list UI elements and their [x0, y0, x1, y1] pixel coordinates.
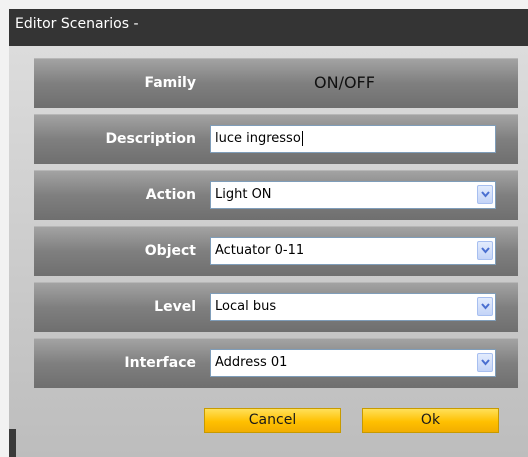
interface-label: Interface — [124, 355, 196, 371]
description-row: Description luce ingresso — [34, 114, 518, 164]
cancel-button[interactable]: Cancel — [204, 408, 341, 433]
chevron-down-icon[interactable] — [477, 241, 493, 260]
family-value: ON/OFF — [314, 73, 375, 92]
ok-button[interactable]: Ok — [362, 408, 499, 433]
level-select[interactable]: Local bus — [210, 293, 496, 321]
interface-select[interactable]: Address 01 — [210, 349, 496, 377]
level-row: Level Local bus — [34, 282, 518, 332]
window-edge — [9, 429, 16, 457]
action-label: Action — [145, 187, 196, 203]
family-row: Family ON/OFF — [34, 58, 518, 108]
interface-selected-value: Address 01 — [215, 355, 288, 370]
text-caret — [301, 131, 303, 146]
action-select[interactable]: Light ON — [210, 181, 496, 209]
chevron-down-icon[interactable] — [477, 297, 493, 316]
description-input-value: luce ingresso — [215, 131, 301, 146]
description-label: Description — [105, 131, 196, 147]
object-label: Object — [144, 243, 196, 259]
object-row: Object Actuator 0-11 — [34, 226, 518, 276]
interface-row: Interface Address 01 — [34, 338, 518, 388]
chevron-down-icon[interactable] — [477, 353, 493, 372]
level-selected-value: Local bus — [215, 299, 277, 314]
editor-window: Editor Scenarios - Family ON/OFF Descrip… — [9, 9, 528, 457]
action-row: Action Light ON — [34, 170, 518, 220]
family-label: Family — [144, 75, 196, 91]
window-title: Editor Scenarios - — [9, 9, 528, 46]
object-select[interactable]: Actuator 0-11 — [210, 237, 496, 265]
action-selected-value: Light ON — [215, 187, 272, 202]
level-label: Level — [154, 299, 196, 315]
description-input[interactable]: luce ingresso — [210, 125, 496, 153]
object-selected-value: Actuator 0-11 — [215, 243, 305, 258]
chevron-down-icon[interactable] — [477, 185, 493, 204]
